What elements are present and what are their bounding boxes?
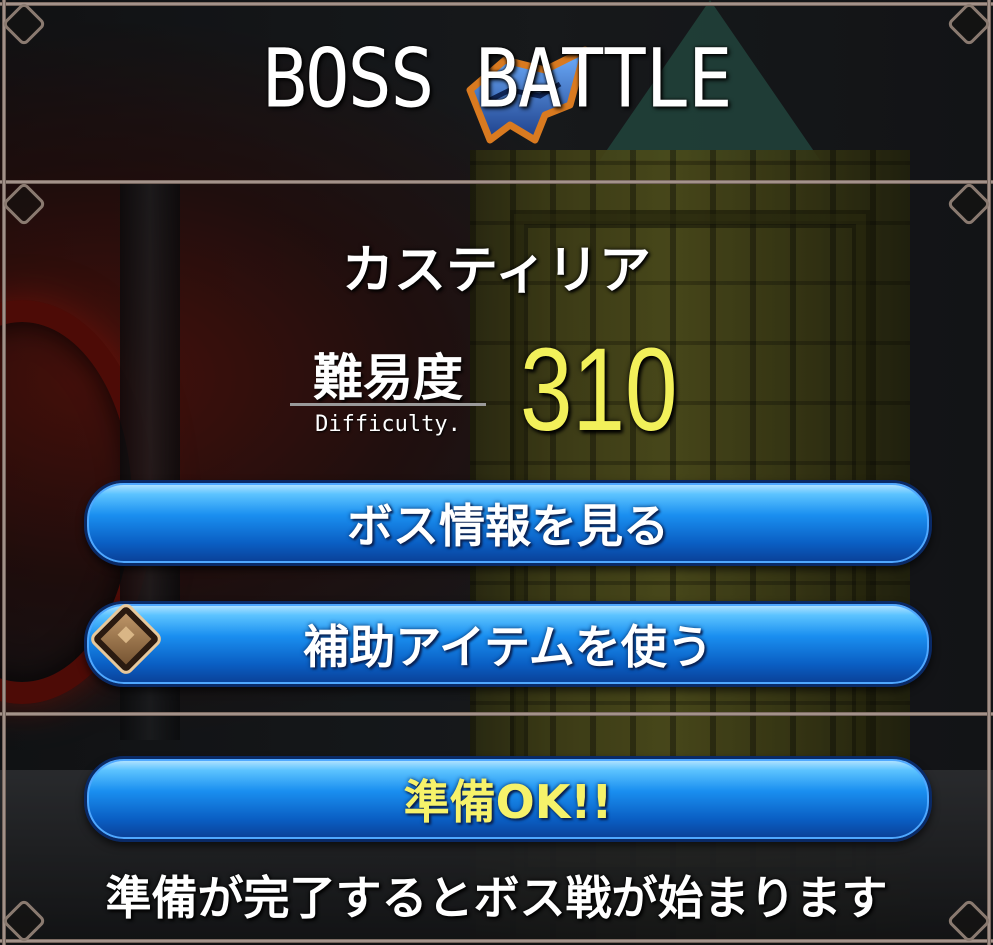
ready-button-label: 準備OK!! (403, 775, 613, 829)
ready-button[interactable]: 準備OK!! (84, 756, 932, 842)
frame-divider-top (0, 180, 993, 184)
use-item-button-label: 補助アイテムを使う (303, 620, 713, 674)
item-diamond-icon (87, 600, 165, 678)
header: BOSS BATTLE (0, 0, 993, 180)
difficulty-sublabel: Difficulty. (315, 412, 461, 437)
boss-name: カスティリア (342, 241, 651, 301)
difficulty-label: 難易度 (313, 349, 463, 407)
page-title: BOSS BATTLE (262, 31, 732, 127)
frame-divider-bottom (0, 712, 993, 716)
frame-bottom (0, 939, 993, 943)
footer-hint: 準備が完了するとボス戦が始まります (105, 871, 888, 925)
difficulty-underline (290, 403, 486, 406)
difficulty-value: 310 (520, 324, 678, 456)
boss-info-button[interactable]: ボス情報を見る (84, 480, 932, 566)
boss-info-button-label: ボス情報を見る (347, 499, 669, 553)
use-item-button[interactable]: 補助アイテムを使う (84, 600, 932, 687)
